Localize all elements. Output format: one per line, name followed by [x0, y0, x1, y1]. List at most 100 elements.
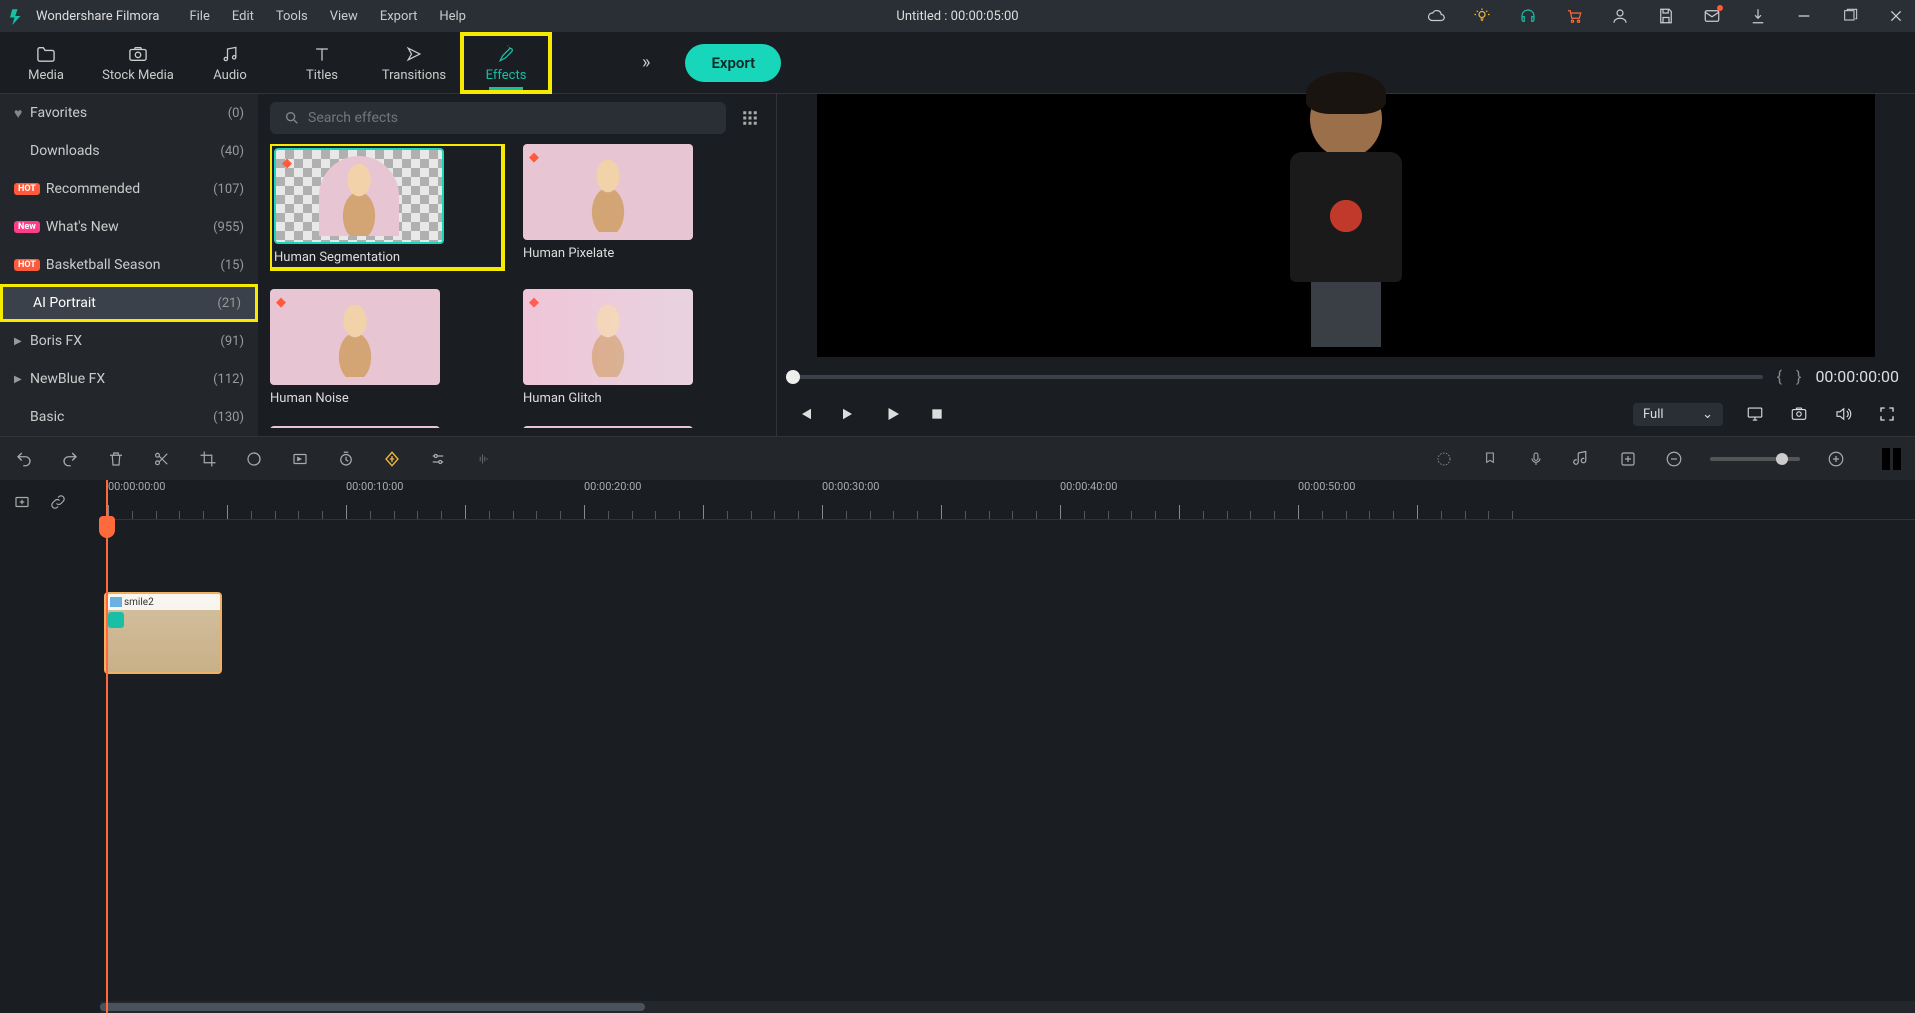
- effect-human-noise[interactable]: ◆ Human Noise: [270, 289, 503, 406]
- tab-effects[interactable]: Effects: [460, 32, 552, 94]
- mark-in-icon[interactable]: {: [1777, 367, 1782, 386]
- add-track-icon[interactable]: [6, 486, 38, 518]
- duration-icon[interactable]: [336, 449, 356, 469]
- keyframe-icon[interactable]: [382, 449, 402, 469]
- menu-edit[interactable]: Edit: [232, 9, 254, 24]
- sidebar-item-whats-new[interactable]: New What's New (955): [0, 208, 258, 246]
- sidebar-item-basketball[interactable]: HOT Basketball Season (15): [0, 246, 258, 284]
- search-input[interactable]: [308, 110, 712, 126]
- effect-item-partial[interactable]: [270, 426, 503, 428]
- timeline-head-column: [0, 480, 100, 1013]
- menu-view[interactable]: View: [330, 9, 358, 24]
- tab-audio[interactable]: Audio: [184, 32, 276, 94]
- expand-tabs-icon[interactable]: »: [642, 52, 650, 73]
- voiceover-icon[interactable]: [1526, 449, 1546, 469]
- new-badge: New: [14, 221, 40, 233]
- zoom-out-icon[interactable]: [1664, 449, 1684, 469]
- mail-icon[interactable]: [1703, 7, 1721, 25]
- timeline-clip[interactable]: smile2: [104, 592, 222, 674]
- audio-wave-icon[interactable]: [474, 449, 494, 469]
- hot-badge: HOT: [14, 259, 40, 271]
- close-icon[interactable]: [1887, 7, 1905, 25]
- tab-stock-media[interactable]: Stock Media: [92, 32, 184, 94]
- effects-sidebar: ♥ Favorites (0) Downloads (40) HOT Recom…: [0, 94, 258, 436]
- marker-icon[interactable]: [1480, 449, 1500, 469]
- next-frame-icon[interactable]: [837, 402, 861, 426]
- volume-icon[interactable]: [1831, 402, 1855, 426]
- split-icon[interactable]: [152, 449, 172, 469]
- render-icon[interactable]: [1434, 449, 1454, 469]
- zoom-handle[interactable]: [1776, 453, 1788, 465]
- minimize-icon[interactable]: [1795, 7, 1813, 25]
- playhead[interactable]: [106, 480, 108, 1013]
- fullscreen-icon[interactable]: [1875, 402, 1899, 426]
- prev-frame-icon[interactable]: [793, 402, 817, 426]
- scrollbar-thumb[interactable]: [100, 1003, 645, 1011]
- sidebar-item-newblue-fx[interactable]: ▶ NewBlue FX (112): [0, 360, 258, 398]
- scrub-handle[interactable]: [786, 370, 800, 384]
- search-box[interactable]: [270, 102, 726, 134]
- preview-scrub-row: { } 00:00:00:00: [777, 357, 1915, 396]
- sidebar-item-ai-portrait[interactable]: AI Portrait (21): [0, 284, 258, 322]
- cart-icon[interactable]: [1565, 7, 1583, 25]
- effect-thumbnail: [523, 426, 693, 428]
- effect-human-pixelate[interactable]: ◆ Human Pixelate: [523, 144, 756, 269]
- sidebar-item-boris-fx[interactable]: ▶ Boris FX (91): [0, 322, 258, 360]
- delete-icon[interactable]: [106, 449, 126, 469]
- text-icon: [311, 43, 333, 65]
- sidebar-item-favorites[interactable]: ♥ Favorites (0): [0, 94, 258, 132]
- timeline: 00:00:00:00 00:00:10:00 00:00:20:00 00:0…: [0, 480, 1915, 1013]
- maximize-icon[interactable]: [1841, 7, 1859, 25]
- undo-icon[interactable]: [14, 449, 34, 469]
- redo-icon[interactable]: [60, 449, 80, 469]
- timeline-ruler[interactable]: 00:00:00:00 00:00:10:00 00:00:20:00 00:0…: [100, 480, 1915, 520]
- speed-icon[interactable]: [290, 449, 310, 469]
- app-name: Wondershare Filmora: [36, 9, 159, 24]
- transition-icon: [403, 43, 425, 65]
- timeline-scrollbar[interactable]: [100, 1001, 1915, 1013]
- play-icon[interactable]: [881, 402, 905, 426]
- zoom-in-icon[interactable]: [1826, 449, 1846, 469]
- user-icon[interactable]: [1611, 7, 1629, 25]
- menu-export[interactable]: Export: [380, 9, 418, 24]
- menu-file[interactable]: File: [189, 9, 209, 24]
- save-icon[interactable]: [1657, 7, 1675, 25]
- track-video-2[interactable]: 2: [0, 590, 1915, 690]
- sidebar-item-downloads[interactable]: Downloads (40): [0, 132, 258, 170]
- effect-human-glitch[interactable]: ◆ Human Glitch: [523, 289, 756, 406]
- scrub-bar[interactable]: [793, 375, 1763, 379]
- tab-media[interactable]: Media: [0, 32, 92, 94]
- sidebar-item-recommended[interactable]: HOT Recommended (107): [0, 170, 258, 208]
- quality-dropdown[interactable]: Full ⌄: [1633, 403, 1723, 426]
- audio-sync-icon[interactable]: [1572, 449, 1592, 469]
- effect-item-partial[interactable]: [523, 426, 756, 428]
- stop-icon[interactable]: [925, 402, 949, 426]
- mark-out-icon[interactable]: }: [1796, 367, 1801, 386]
- headset-icon[interactable]: [1519, 7, 1537, 25]
- effect-applied-icon: [108, 612, 124, 628]
- adjustment-icon[interactable]: [1618, 449, 1638, 469]
- color-icon[interactable]: [244, 449, 264, 469]
- preview-viewport[interactable]: [817, 94, 1875, 357]
- display-icon[interactable]: [1743, 402, 1767, 426]
- link-icon[interactable]: [42, 486, 74, 518]
- heart-icon: ♥: [14, 105, 30, 122]
- tab-titles[interactable]: Titles: [276, 32, 368, 94]
- snapshot-icon[interactable]: [1787, 402, 1811, 426]
- grid-view-icon[interactable]: [736, 104, 764, 132]
- zoom-fit-icon[interactable]: [1882, 448, 1901, 470]
- crop-icon[interactable]: [198, 449, 218, 469]
- cloud-icon[interactable]: [1427, 7, 1445, 25]
- sidebar-item-basic[interactable]: Basic (130): [0, 398, 258, 436]
- menu-help[interactable]: Help: [439, 9, 466, 24]
- mixer-icon[interactable]: [428, 449, 448, 469]
- effect-human-segmentation[interactable]: ◆ Human Segmentation: [270, 144, 503, 269]
- menu-tools[interactable]: Tools: [276, 9, 308, 24]
- tab-transitions[interactable]: Transitions: [368, 32, 460, 94]
- download-icon[interactable]: [1749, 7, 1767, 25]
- idea-icon[interactable]: [1473, 7, 1491, 25]
- export-button[interactable]: Export: [685, 44, 781, 82]
- zoom-slider[interactable]: [1710, 457, 1800, 461]
- track-video-1[interactable]: 1: [0, 695, 1915, 795]
- playhead-handle[interactable]: [99, 516, 115, 538]
